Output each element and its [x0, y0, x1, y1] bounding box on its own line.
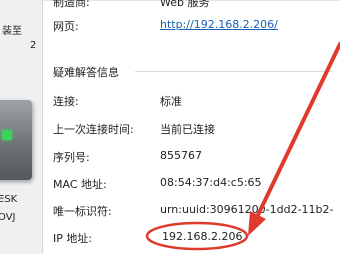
serial-number-value: 855767: [160, 149, 202, 162]
serial-number-label: 序列号:: [53, 151, 90, 164]
connection-label: 连接:: [53, 95, 79, 108]
manufacturer-value: Web 服务: [160, 0, 210, 9]
ip-address-value: 192.168.2.206: [162, 230, 243, 243]
manufacturer-label: 制造商:: [53, 0, 90, 9]
mac-address-label: MAC 地址:: [53, 178, 107, 191]
network-device-icon[interactable]: [0, 100, 32, 180]
sidebar-fragment: OVJ: [0, 212, 16, 223]
section-title: 疑难解答信息: [53, 66, 119, 79]
mac-address-value: 08:54:37:d4:c5:65: [160, 176, 262, 189]
device-sidebar: 装至 2 ESK OVJ: [0, 0, 43, 254]
webpage-link[interactable]: http://192.168.2.206/: [160, 18, 278, 31]
section-divider: [135, 71, 332, 72]
unique-id-value: urn:uuid:30961200-1dd2-11b2-: [160, 203, 334, 216]
last-connected-value: 当前已连接: [160, 123, 215, 136]
last-connected-label: 上一次连接时间:: [53, 123, 134, 136]
sidebar-fragment: 装至: [2, 26, 22, 37]
webpage-label: 网页:: [53, 20, 79, 33]
connection-value: 标准: [160, 95, 182, 108]
sidebar-fragment: 2: [30, 40, 37, 51]
unique-id-label: 唯一标识符:: [53, 205, 112, 218]
status-led-icon: [2, 130, 12, 140]
sidebar-fragment: ESK: [0, 194, 18, 205]
ip-address-label: IP 地址:: [53, 232, 93, 245]
device-properties-panel: 制造商: Web 服务 网页: http://192.168.2.206/ 疑难…: [43, 0, 340, 254]
